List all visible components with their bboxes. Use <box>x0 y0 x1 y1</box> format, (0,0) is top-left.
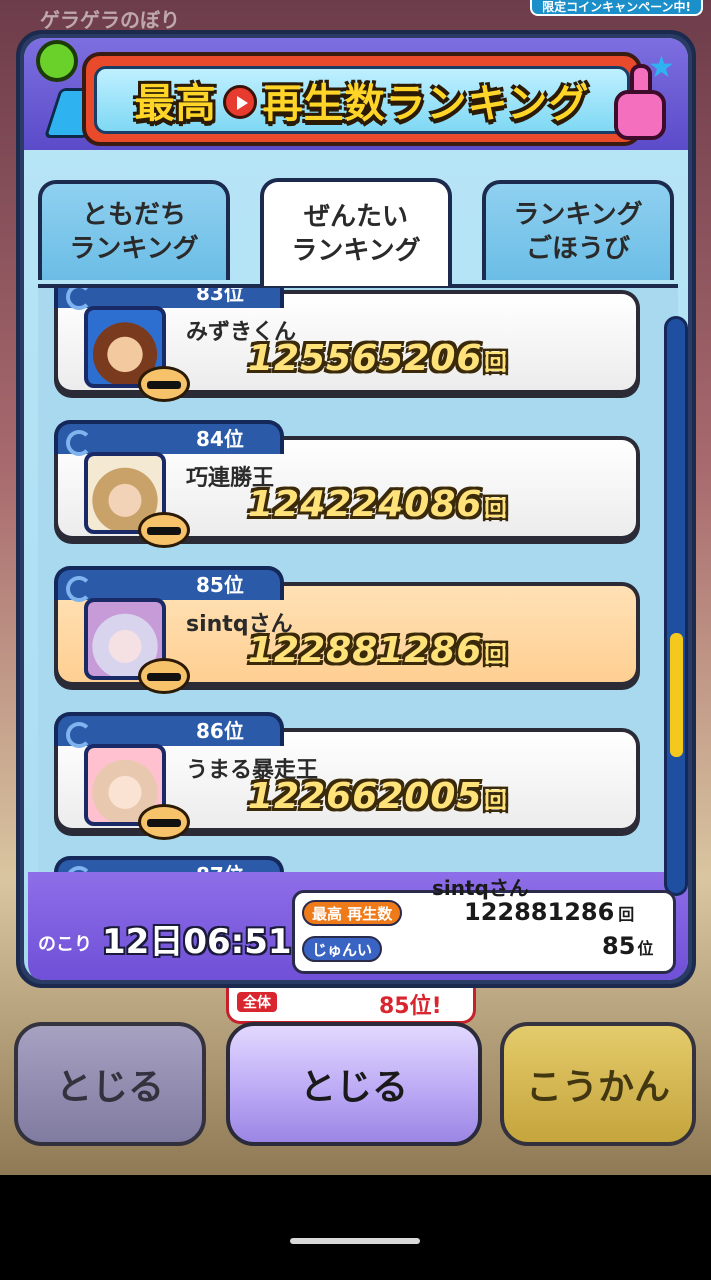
close-button-secondary[interactable]: とじる <box>14 1022 206 1146</box>
scrollbar-thumb[interactable] <box>670 632 683 757</box>
play-count: 124224086回 <box>248 484 508 525</box>
ranking-panel-body: 最高 再生数ランキング ★ ともだち ランキング ぜんたい ランキング ランキング… <box>24 38 688 980</box>
best-plays-label: 最高 再生数 <box>302 900 403 926</box>
swirl-icon <box>66 722 92 748</box>
scrollbar[interactable] <box>664 316 688 896</box>
title-banner: 最高 再生数ランキング <box>82 52 642 146</box>
swirl-icon <box>66 430 92 456</box>
my-rank: 85 位 <box>602 932 654 960</box>
rank-label: じゅんい <box>302 936 383 962</box>
swirl-icon <box>66 576 92 602</box>
time-remaining-label: のこり <box>38 934 92 955</box>
panel-header: 最高 再生数ランキング ★ <box>24 38 688 150</box>
ranking-panel: 最高 再生数ランキング ★ ともだち ランキング ぜんたい ランキング ランキング… <box>16 30 696 988</box>
system-nav-bar <box>0 1175 711 1280</box>
sunglasses-icon <box>138 512 190 548</box>
ranking-list[interactable]: 83位 みずきくん 125565206回 84位 巧連勝王 124224086回… <box>38 284 678 874</box>
tab-ranking-rewards[interactable]: ランキング ごほうび <box>482 180 674 280</box>
thumbs-up-icon: ★ <box>608 50 678 144</box>
exchange-button[interactable]: こうかん <box>500 1022 696 1146</box>
my-play-count: 122881286 回 <box>464 898 635 926</box>
play-icon <box>222 85 257 119</box>
play-count: 122881286回 <box>248 630 508 671</box>
swirl-icon <box>66 288 92 310</box>
time-remaining-value: 12日06:51 <box>102 922 292 962</box>
home-indicator[interactable] <box>290 1238 420 1244</box>
tab-overall-ranking[interactable]: ぜんたい ランキング <box>260 178 452 286</box>
list-item[interactable]: 84位 巧連勝王 124224086回 <box>54 420 640 548</box>
list-item-current-player[interactable]: 85位 sintqさん 122881286回 <box>54 566 640 694</box>
list-item[interactable]: 86位 うまる暴走王 122662005回 <box>54 712 640 840</box>
rank-result-banner: 全体 85位! <box>226 988 476 1024</box>
my-player-name: sintqさん <box>432 876 529 900</box>
sunglasses-icon <box>138 658 190 694</box>
sunglasses-icon <box>138 804 190 840</box>
play-count: 125565206回 <box>248 338 508 379</box>
play-count: 122662005回 <box>248 776 508 817</box>
sunglasses-icon <box>138 366 190 402</box>
close-button[interactable]: とじる <box>226 1022 482 1146</box>
list-item[interactable]: 83位 みずきくん 125565206回 <box>54 288 640 402</box>
panel-title: 最高 再生数ランキング <box>134 81 590 127</box>
tab-friends-ranking[interactable]: ともだち ランキング <box>38 180 230 280</box>
campaign-badge[interactable]: 限定コインキャンペーン中! <box>530 0 703 16</box>
background-title: ゲラゲラのぼり <box>40 8 180 32</box>
